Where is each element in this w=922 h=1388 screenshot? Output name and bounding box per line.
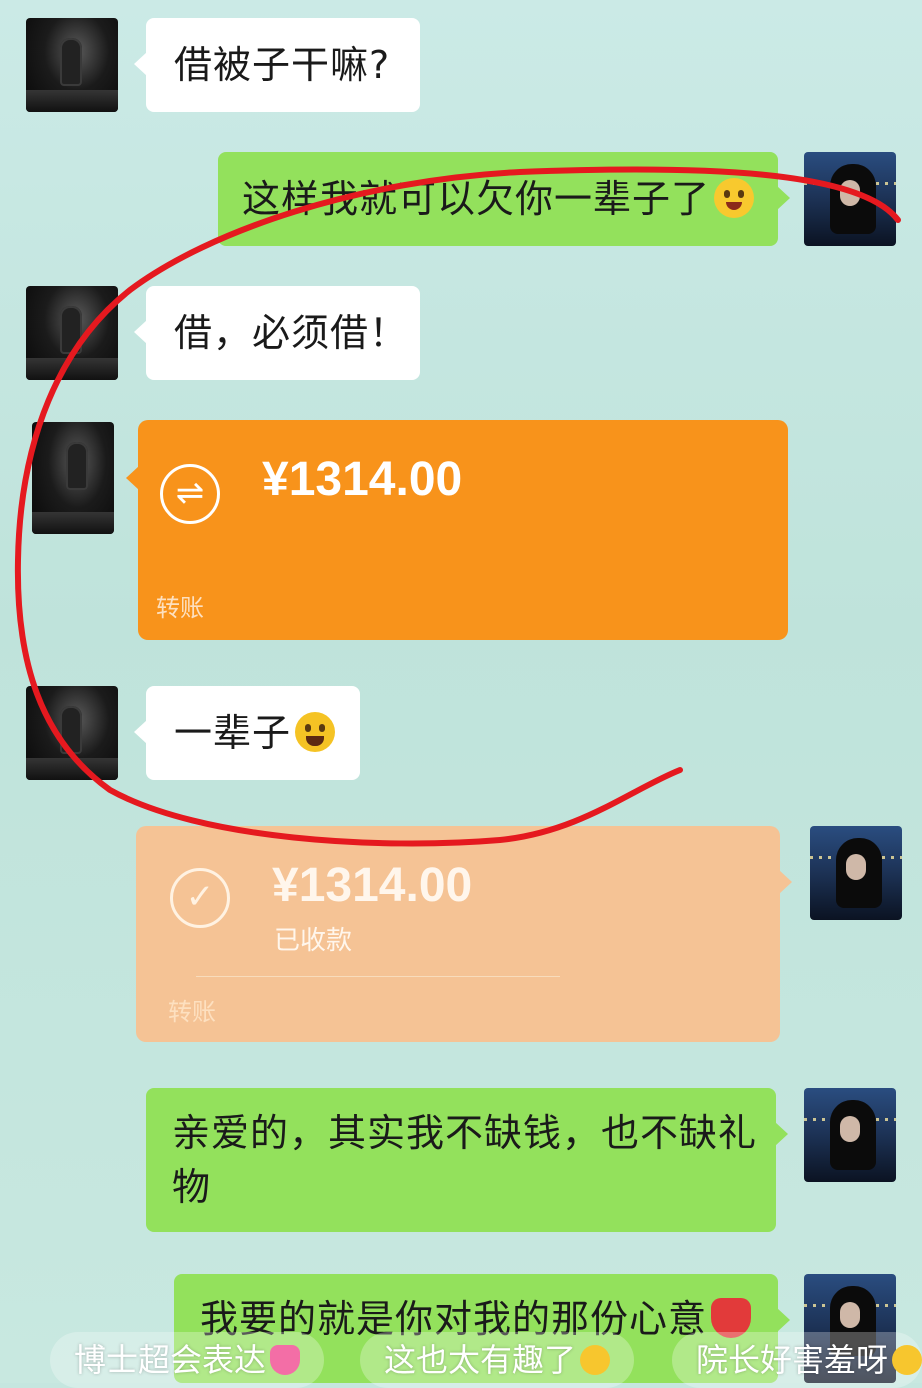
my-avatar[interactable] [804,1088,896,1182]
message-text: 这样我就可以欠你一辈子了 [242,177,711,221]
grinning-face-icon [580,1345,611,1375]
message-bubble-incoming[interactable]: 借，必须借！ [134,286,420,380]
transfer-amount: ¥1314.00 [262,453,463,506]
transfer-divider [196,976,560,977]
comment-text: 博士超会表达 [74,1341,267,1379]
transfer-amount: ¥1314.00 [272,859,473,912]
contact-avatar[interactable] [26,18,118,112]
comment-text: 这也太有趣了 [384,1341,577,1379]
contact-avatar[interactable] [32,422,114,534]
comment-text: 院长好害羞呀 [696,1341,889,1379]
message-bubble-incoming[interactable]: 借被子干嘛? [134,18,420,112]
message-bubble-outgoing[interactable]: 这样我就可以欠你一辈子了 [218,152,790,246]
message-bubble-incoming[interactable]: 一辈子 [134,686,360,780]
message-bubble-outgoing[interactable]: 亲爱的，其实我不缺钱，也不缺礼 物 [146,1088,788,1232]
comment-pill[interactable]: 院长好害羞呀 [672,1332,922,1388]
message-line: 亲爱的，其实我不缺钱，也不缺礼 [172,1111,758,1155]
transfer-card-received[interactable]: ✓ ¥1314.00 已收款 转账 [136,826,792,1042]
transfer-status: 已收款 [274,926,353,956]
message-text: 借，必须借！ [174,311,409,355]
transfer-arrows-icon: ⇌ [160,464,220,524]
contact-avatar[interactable] [26,686,118,780]
sparkling-heart-icon [270,1345,301,1375]
transfer-card-pending[interactable]: ⇌ ¥1314.00 转账 [126,420,788,640]
rolling-laughing-emoji-icon [295,712,336,752]
winking-tongue-emoji-icon [714,178,755,218]
message-text: 亲爱的，其实我不缺钱，也不缺礼 物 [172,1106,757,1214]
my-avatar[interactable] [810,826,902,920]
transfer-label: 转账 [156,594,204,622]
message-text: 一辈子 [174,711,292,755]
message-text: 借被子干嘛? [174,43,391,87]
transfer-label: 转账 [168,998,216,1026]
comment-pill[interactable]: 博士超会表达 [50,1332,325,1388]
grinning-face-icon [892,1345,922,1375]
my-avatar[interactable] [804,152,896,246]
checkmark-icon: ✓ [170,868,230,928]
comment-pill[interactable]: 这也太有趣了 [360,1332,635,1388]
contact-avatar[interactable] [26,286,118,380]
live-comments-bar: 博士超会表达 这也太有趣了 院长好害羞呀 [0,1330,922,1388]
message-line: 物 [172,1165,212,1209]
